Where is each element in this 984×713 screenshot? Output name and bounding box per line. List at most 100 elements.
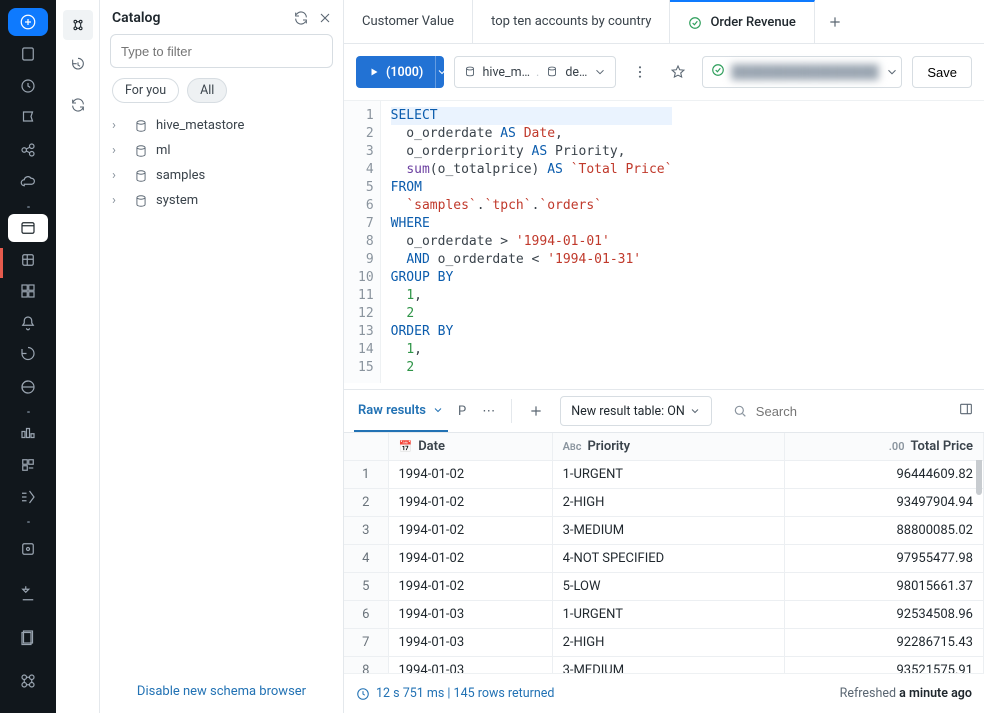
cell-date: 1994-01-02 <box>388 545 552 573</box>
cell-priority: 2-HIGH <box>552 629 784 657</box>
chip-all[interactable]: All <box>187 78 227 103</box>
main-area: Customer Value top ten accounts by count… <box>344 0 984 713</box>
chevron-right-icon: › <box>112 143 126 158</box>
cell-date: 1994-01-02 <box>388 489 552 517</box>
rail-history-icon[interactable] <box>8 341 48 369</box>
cell-date: 1994-01-03 <box>388 601 552 629</box>
col-total-price[interactable]: .00Total Price <box>784 433 983 461</box>
sql-code[interactable]: SELECT o_orderdate AS Date, o_orderprior… <box>381 101 683 383</box>
rail-item-a-icon[interactable] <box>8 419 48 447</box>
compute-selector[interactable]: ████████████████ <box>702 56 902 88</box>
row-number: 7 <box>344 629 388 657</box>
line-gutter: 123456789101112131415 <box>344 101 381 383</box>
chevron-right-icon: › <box>112 168 126 183</box>
star-icon[interactable] <box>664 58 692 86</box>
table-row[interactable]: 8 1994-01-03 3-MEDIUM 93521575.91 <box>344 657 984 674</box>
rail-item-c-icon[interactable] <box>8 483 48 511</box>
catalog-close-icon[interactable] <box>317 10 333 26</box>
col-rownum[interactable] <box>344 433 388 461</box>
secondary-results-tab[interactable]: P <box>458 404 466 419</box>
kebab-menu-icon[interactable] <box>626 58 654 86</box>
cell-total: 96444609.82 <box>784 461 983 489</box>
catalog-title: Catalog <box>112 10 285 26</box>
col-priority[interactable]: ABcPriority <box>552 433 784 461</box>
rail-bottom-1-icon[interactable] <box>8 529 48 569</box>
cell-total: 98015661.37 <box>784 573 983 601</box>
query-toolbar: (1000) hive_m… . de… ████████████████ Sa… <box>344 44 984 101</box>
table-row[interactable]: 1 1994-01-02 1-URGENT 96444609.82 <box>344 461 984 489</box>
tab-order-revenue[interactable]: Order Revenue <box>670 0 814 43</box>
raw-results-tab[interactable]: Raw results <box>354 390 448 432</box>
tab-customer-value[interactable]: Customer Value <box>344 0 473 43</box>
chip-for-you[interactable]: For you <box>112 78 179 103</box>
catalog-refresh-icon[interactable] <box>293 10 309 26</box>
side-selector-column <box>56 0 100 713</box>
rail-data-icon[interactable] <box>8 136 48 164</box>
row-number: 1 <box>344 461 388 489</box>
rail-workspace-icon[interactable] <box>8 40 48 68</box>
rail-bottom-4-icon[interactable] <box>8 661 48 701</box>
catalog-filter-input[interactable] <box>110 34 333 68</box>
number-type-icon: .00 <box>889 440 905 453</box>
tree-item[interactable]: › ml <box>106 138 337 163</box>
result-table-toggle[interactable]: New result table: ON <box>560 396 712 426</box>
table-row[interactable]: 3 1994-01-02 3-MEDIUM 88800085.02 <box>344 517 984 545</box>
rail-recents-icon[interactable] <box>8 72 48 100</box>
check-circle-icon <box>688 16 702 30</box>
rail-favorites-icon[interactable] <box>8 104 48 132</box>
new-button[interactable] <box>8 8 48 36</box>
row-number: 3 <box>344 517 388 545</box>
results-table-wrap[interactable]: 📅Date ABcPriority .00Total Price 1 1994-… <box>344 433 984 673</box>
history-toggle[interactable] <box>63 50 93 80</box>
run-dropdown[interactable] <box>435 56 443 88</box>
table-row[interactable]: 6 1994-01-03 1-URGENT 92534508.96 <box>344 601 984 629</box>
tab-top-ten-accounts[interactable]: top ten accounts by country <box>473 0 670 43</box>
new-tab-button[interactable] <box>815 14 855 30</box>
rail-cloud-icon[interactable] <box>8 168 48 196</box>
row-number: 4 <box>344 545 388 573</box>
query-stats: 12 s 751 ms | 145 rows returned <box>376 686 554 701</box>
results-bar: Raw results P ⋯ New result table: ON <box>344 389 984 433</box>
run-button[interactable]: (1000) <box>356 56 444 88</box>
row-number: 2 <box>344 489 388 517</box>
row-number: 5 <box>344 573 388 601</box>
rail-warehouses-icon[interactable] <box>8 373 48 401</box>
rail-sql-editor-icon[interactable] <box>8 214 48 242</box>
col-date[interactable]: 📅Date <box>388 433 552 461</box>
sql-editor[interactable]: 123456789101112131415 SELECT o_orderdate… <box>344 101 984 389</box>
table-row[interactable]: 7 1994-01-03 2-HIGH 92286715.43 <box>344 629 984 657</box>
cell-total: 92286715.43 <box>784 629 983 657</box>
panel-layout-icon[interactable] <box>958 401 974 421</box>
table-row[interactable]: 2 1994-01-02 2-HIGH 93497904.94 <box>344 489 984 517</box>
rail-alerts-icon[interactable] <box>8 309 48 337</box>
add-visualization-button[interactable] <box>522 397 550 425</box>
refresh-toggle[interactable] <box>63 90 93 120</box>
rail-bottom-3-icon[interactable] <box>8 617 48 657</box>
nav-rail <box>0 0 56 713</box>
schema-browser-toggle[interactable] <box>63 10 93 40</box>
row-number: 8 <box>344 657 388 674</box>
rail-dashboards-icon[interactable] <box>8 277 48 305</box>
rail-item-b-icon[interactable] <box>8 451 48 479</box>
results-search[interactable] <box>722 403 948 419</box>
rail-bottom-2-icon[interactable] <box>8 573 48 613</box>
chevron-right-icon: › <box>112 118 126 133</box>
clock-icon <box>356 687 370 701</box>
tree-item[interactable]: › samples <box>106 163 337 188</box>
rail-queries-icon[interactable] <box>8 246 48 274</box>
more-results-icon[interactable]: ⋯ <box>476 398 501 425</box>
cell-date: 1994-01-02 <box>388 517 552 545</box>
check-circle-icon <box>711 63 725 81</box>
table-row[interactable]: 4 1994-01-02 4-NOT SPECIFIED 97955477.98 <box>344 545 984 573</box>
tree-item[interactable]: › hive_metastore <box>106 113 337 138</box>
results-search-input[interactable] <box>756 404 948 419</box>
disable-schema-browser-link[interactable]: Disable new schema browser <box>137 684 306 699</box>
tree-item[interactable]: › system <box>106 188 337 213</box>
table-row[interactable]: 5 1994-01-02 5-LOW 98015661.37 <box>344 573 984 601</box>
cell-priority: 5-LOW <box>552 573 784 601</box>
catalog-selector[interactable]: hive_m… . de… <box>454 56 617 88</box>
cell-priority: 1-URGENT <box>552 601 784 629</box>
save-button[interactable]: Save <box>912 56 972 88</box>
tree-item-label: system <box>156 193 198 208</box>
results-table: 📅Date ABcPriority .00Total Price 1 1994-… <box>344 433 984 673</box>
